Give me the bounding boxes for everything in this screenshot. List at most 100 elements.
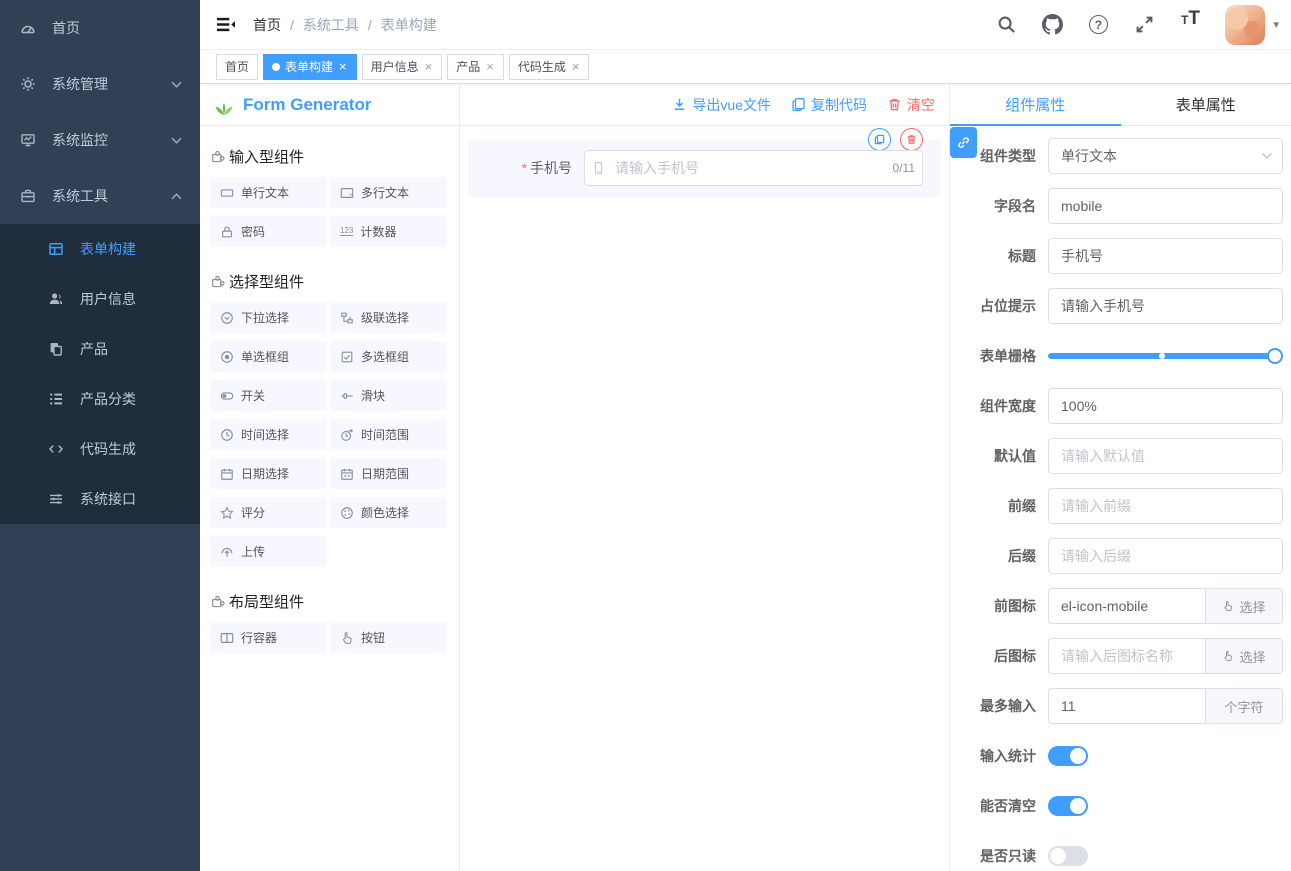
component-section-icon xyxy=(210,594,225,609)
doc-link-icon[interactable] xyxy=(950,127,977,158)
trash-icon xyxy=(887,97,902,112)
delete-item-button[interactable] xyxy=(900,128,923,151)
tag-close-icon[interactable]: × xyxy=(571,60,581,73)
sidebar-item-product-category[interactable]: 产品分类 xyxy=(0,374,200,424)
suffix-icon-input[interactable] xyxy=(1048,638,1205,674)
tab-component-props[interactable]: 组件属性 xyxy=(950,84,1121,125)
breadcrumb-home[interactable]: 首页 xyxy=(253,15,281,35)
tag-close-icon[interactable]: × xyxy=(485,60,495,73)
component-switch[interactable]: 开关 xyxy=(210,380,327,411)
sidebar-item-code-gen[interactable]: 代码生成 xyxy=(0,424,200,474)
date-icon xyxy=(220,467,234,481)
component-time-range[interactable]: 时间范围 xyxy=(330,419,447,450)
tag-form-builder[interactable]: 表单构建 × xyxy=(263,54,357,80)
sidebar-item-system-manage[interactable]: 系统管理 xyxy=(0,56,200,112)
component-upload[interactable]: 上传 xyxy=(210,536,327,567)
breadcrumb-separator: / xyxy=(368,17,372,33)
tag-user-info[interactable]: 用户信息 × xyxy=(362,54,443,80)
switch-knob xyxy=(1070,748,1086,764)
max-length-input[interactable] xyxy=(1048,688,1205,724)
component-select[interactable]: 下拉选择 xyxy=(210,302,327,333)
canvas-toolbar: 导出vue文件 复制代码 清空 xyxy=(460,84,949,126)
mobile-preview-input[interactable] xyxy=(584,150,923,186)
properties-tabs: 组件属性 表单属性 xyxy=(950,84,1291,126)
row-container-icon xyxy=(220,631,234,645)
suffix-icon-select-button[interactable]: 选择 xyxy=(1205,638,1283,674)
fullscreen-icon[interactable] xyxy=(1127,8,1161,42)
properties-panel: 组件属性 表单属性 组件类型 字段名 xyxy=(950,84,1291,871)
code-icon xyxy=(48,441,64,457)
field-name-input[interactable] xyxy=(1048,188,1283,224)
title-input[interactable] xyxy=(1048,238,1283,274)
component-type-select[interactable] xyxy=(1048,138,1283,174)
slider-handle[interactable] xyxy=(1267,348,1283,364)
chevron-down-icon xyxy=(171,137,182,144)
chevron-down-icon xyxy=(171,81,182,88)
prefix-icon-input[interactable] xyxy=(1048,588,1205,624)
clear-button[interactable]: 清空 xyxy=(887,95,935,115)
field-label: 是否只读 xyxy=(950,846,1048,866)
copy-icon xyxy=(791,97,806,112)
component-password[interactable]: 密码 xyxy=(210,216,327,247)
component-button[interactable]: 按钮 xyxy=(330,622,447,653)
tag-close-icon[interactable]: × xyxy=(424,60,434,73)
sidebar-item-system-api[interactable]: 系统接口 xyxy=(0,474,200,524)
form-grid-slider[interactable] xyxy=(1048,338,1281,374)
input-stats-switch[interactable] xyxy=(1048,746,1088,766)
tag-code-gen[interactable]: 代码生成 × xyxy=(509,54,590,80)
sidebar-item-label: 用户信息 xyxy=(80,289,136,309)
suffix-input[interactable] xyxy=(1048,538,1283,574)
sidebar-item-home[interactable]: 首页 xyxy=(0,0,200,56)
component-color-picker[interactable]: 颜色选择 xyxy=(330,497,447,528)
readonly-switch[interactable] xyxy=(1048,846,1088,866)
field-label: 占位提示 xyxy=(950,296,1048,316)
default-value-input[interactable] xyxy=(1048,438,1283,474)
font-size-icon[interactable]: TT xyxy=(1173,8,1207,42)
prefix-input[interactable] xyxy=(1048,488,1283,524)
sidebar-item-system-tools[interactable]: 系统工具 xyxy=(0,168,200,224)
component-row-container[interactable]: 行容器 xyxy=(210,622,327,653)
component-radio-group[interactable]: 单选框组 xyxy=(210,341,327,372)
search-icon[interactable] xyxy=(989,8,1023,42)
sidebar-item-user-info[interactable]: 用户信息 xyxy=(0,274,200,324)
drawing-board: 导出vue文件 复制代码 清空 xyxy=(460,84,950,871)
clearable-switch[interactable] xyxy=(1048,796,1088,816)
sidebar-toggle-icon[interactable] xyxy=(216,15,235,34)
user-menu[interactable]: ▾ xyxy=(1225,5,1279,45)
tag-label: 代码生成 xyxy=(518,58,566,75)
component-counter[interactable]: 123 计数器 xyxy=(330,216,447,247)
tag-close-icon[interactable]: × xyxy=(338,60,348,73)
sidebar-item-label: 系统管理 xyxy=(52,74,108,94)
component-rate[interactable]: 评分 xyxy=(210,497,327,528)
export-vue-button[interactable]: 导出vue文件 xyxy=(672,95,771,115)
prefix-icon-select-button[interactable]: 选择 xyxy=(1205,588,1283,624)
canvas-area[interactable]: *手机号 0/11 xyxy=(460,126,949,871)
help-icon[interactable]: ? xyxy=(1081,8,1115,42)
placeholder-input[interactable] xyxy=(1048,288,1283,324)
component-checkbox-group[interactable]: 多选框组 xyxy=(330,341,447,372)
component-textarea[interactable]: 多行文本 xyxy=(330,177,447,208)
tag-product[interactable]: 产品 × xyxy=(447,54,504,80)
upload-icon xyxy=(220,545,234,559)
sidebar-item-system-monitor[interactable]: 系统监控 xyxy=(0,112,200,168)
width-input[interactable] xyxy=(1048,388,1283,424)
github-icon[interactable] xyxy=(1035,8,1069,42)
component-date-range[interactable]: 日期范围 xyxy=(330,458,447,489)
tab-form-props[interactable]: 表单属性 xyxy=(1121,84,1291,125)
sidebar-item-form-builder[interactable]: 表单构建 xyxy=(0,224,200,274)
required-mark: * xyxy=(522,160,527,176)
sidebar-item-product[interactable]: 产品 xyxy=(0,324,200,374)
duplicate-item-button[interactable] xyxy=(868,128,891,151)
tag-label: 表单构建 xyxy=(285,58,333,75)
copy-code-button[interactable]: 复制代码 xyxy=(791,95,867,115)
slider-icon xyxy=(340,389,354,403)
tag-home[interactable]: 首页 xyxy=(216,54,258,80)
field-label: 输入统计 xyxy=(950,746,1048,766)
component-date-picker[interactable]: 日期选择 xyxy=(210,458,327,489)
component-slider[interactable]: 滑块 xyxy=(330,380,447,411)
component-single-line-text[interactable]: 单行文本 xyxy=(210,177,327,208)
component-time-picker[interactable]: 时间选择 xyxy=(210,419,327,450)
component-cascader[interactable]: 级联选择 xyxy=(330,302,447,333)
avatar xyxy=(1225,5,1265,45)
app-window: 首页 系统管理 系统监控 系统工具 xyxy=(0,0,1291,871)
